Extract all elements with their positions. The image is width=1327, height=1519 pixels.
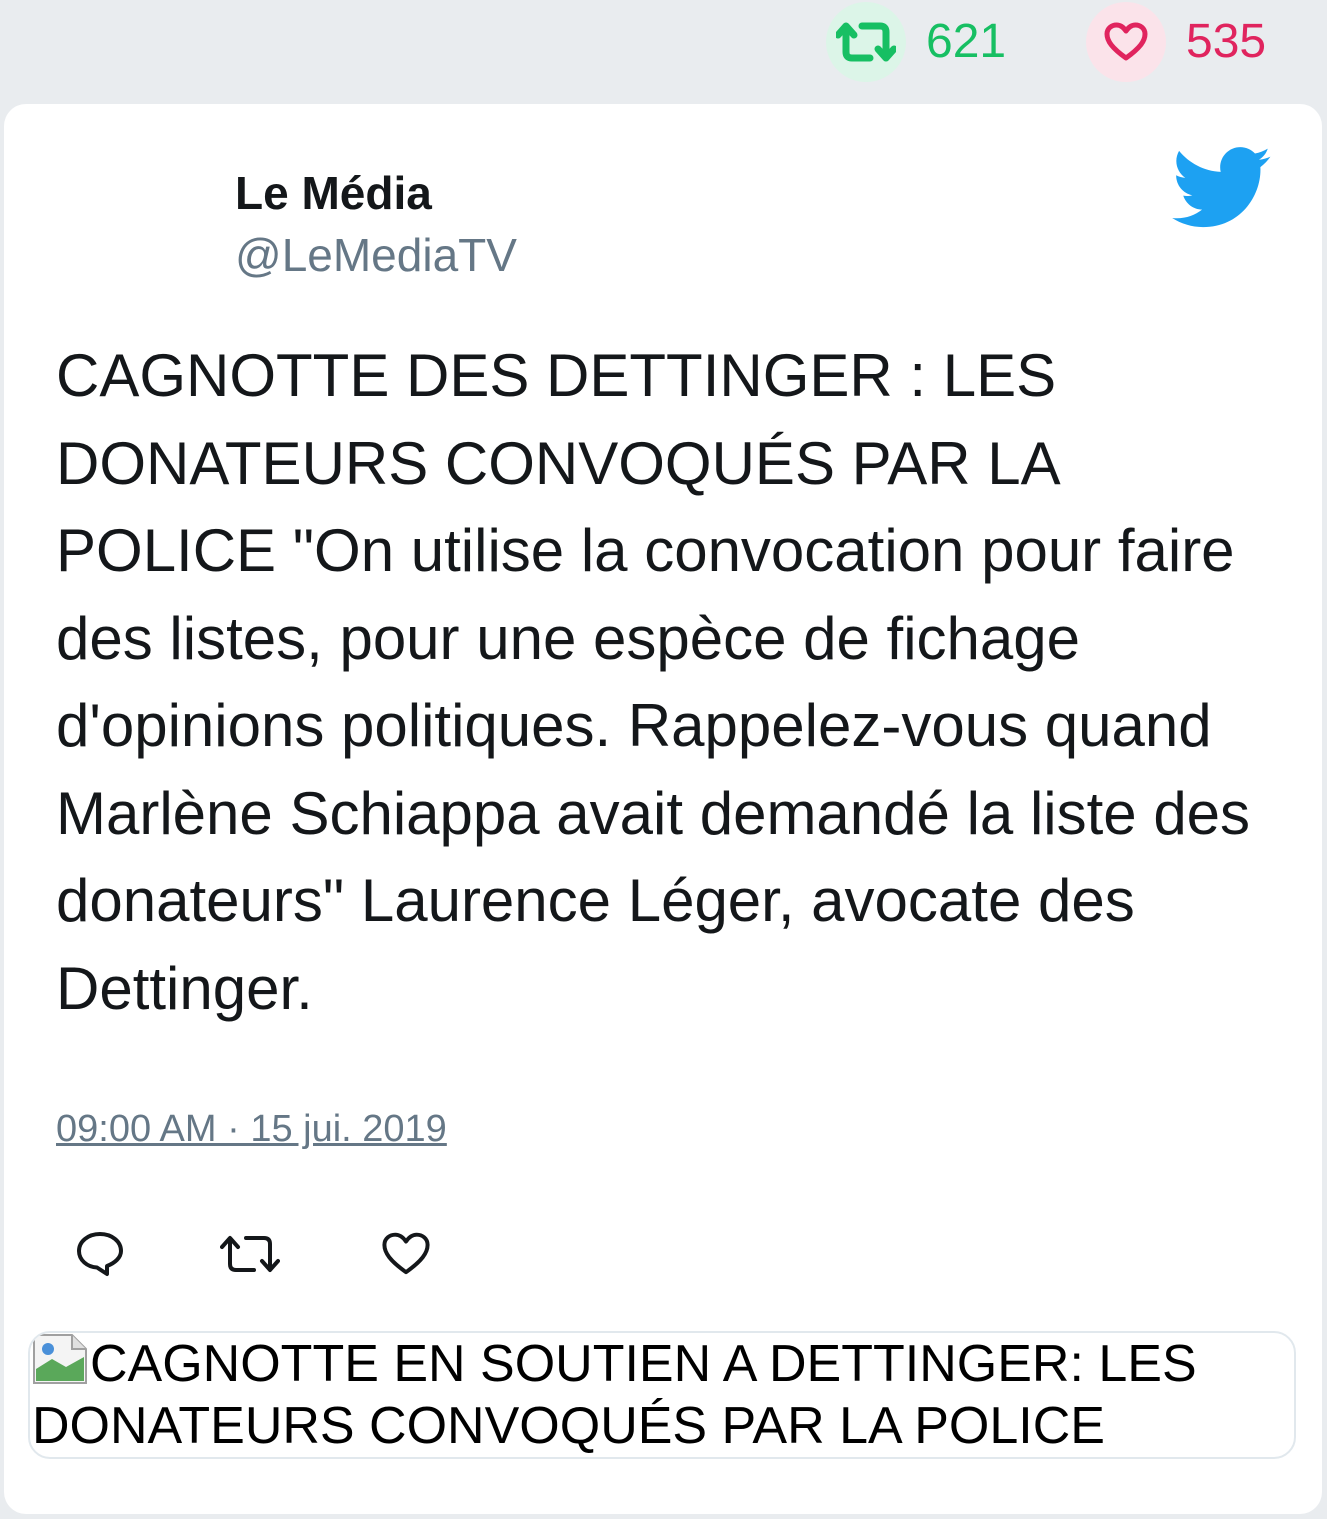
broken-image-icon xyxy=(32,1333,88,1385)
heart-icon[interactable] xyxy=(1086,2,1166,82)
link-preview-alt-text: CAGNOTTE EN SOUTIEN A DETTINGER: LES DON… xyxy=(32,1335,1197,1455)
link-preview-alt: CAGNOTTE EN SOUTIEN A DETTINGER: LES DON… xyxy=(32,1333,1294,1457)
stats-bar: 621 535 xyxy=(0,0,1327,100)
author-name[interactable]: Le Média xyxy=(235,166,432,220)
retweet-stat[interactable]: 621 xyxy=(826,2,1006,82)
link-preview-card[interactable]: CAGNOTTE EN SOUTIEN A DETTINGER: LES DON… xyxy=(28,1331,1296,1459)
like-action-icon[interactable] xyxy=(376,1224,436,1284)
retweet-count: 621 xyxy=(926,15,1007,68)
like-count: 535 xyxy=(1186,15,1267,68)
tweet-card: Le Média @LeMediaTV CAGNOTTE DES DETTING… xyxy=(4,104,1322,1514)
retweet-action-icon[interactable] xyxy=(220,1224,280,1284)
tweet-text: CAGNOTTE DES DETTINGER : LES DONATEURS C… xyxy=(56,342,1251,1022)
twitter-bird-icon[interactable] xyxy=(1172,144,1272,228)
reply-icon[interactable] xyxy=(70,1224,130,1284)
retweet-icon[interactable] xyxy=(826,2,906,82)
like-stat[interactable]: 535 xyxy=(1086,2,1266,82)
tweet-timestamp[interactable]: 09:00 AM · 15 jui. 2019 xyxy=(56,1106,447,1152)
author-handle[interactable]: @LeMediaTV xyxy=(235,228,517,282)
